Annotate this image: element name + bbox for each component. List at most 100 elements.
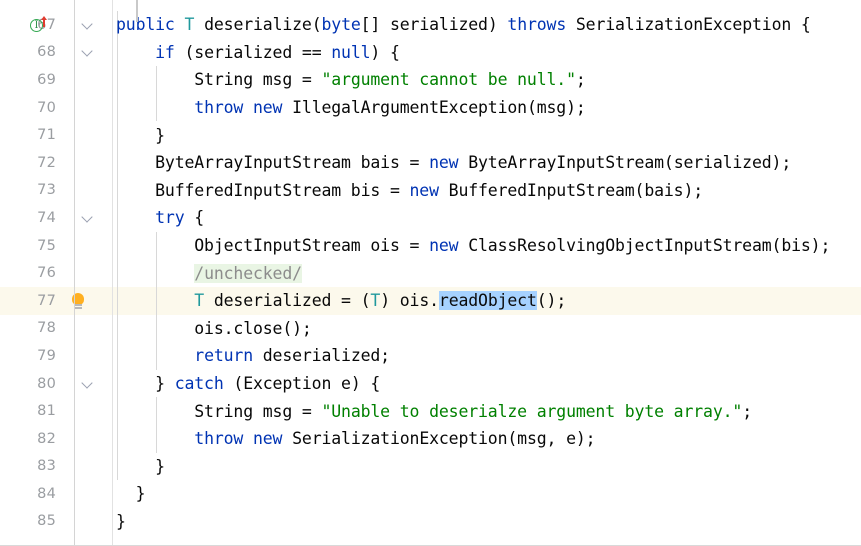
code-content-80[interactable]: } catch (Exception e) { [112, 369, 861, 398]
code-content-70[interactable]: throw new IllegalArgumentException(msg); [112, 93, 861, 122]
code-content-67[interactable]: public T deserialize(byte[] serialized) … [112, 11, 861, 39]
code-line-67[interactable]: 67 I public T deserialize(byte[] seriali… [0, 11, 861, 39]
code-line-77[interactable]: 77 T deserialized = (T) ois.readObject()… [0, 286, 861, 315]
line-number-73: 73 [37, 182, 56, 199]
code-line-68[interactable]: 68 if (serialized == null) { [0, 38, 861, 67]
line-number-82: 82 [37, 430, 56, 447]
gutter-marker-70 [58, 94, 74, 122]
arrow-up-icon [40, 15, 48, 27]
code-line-85[interactable]: 85 } [0, 508, 861, 536]
code-line-72[interactable]: 72 ByteArrayInputStream bais = new ByteA… [0, 148, 861, 177]
fold-region-83 [74, 453, 112, 481]
gutter-marker-72 [58, 149, 74, 177]
gutter-marker-83 [58, 453, 74, 481]
code-content-82[interactable]: throw new SerializationException(msg, e)… [112, 424, 861, 453]
fold-region-70 [74, 94, 112, 122]
line-number-72: 72 [37, 154, 56, 171]
gutter-marker-71 [58, 121, 74, 149]
gutter-marker-81 [58, 397, 74, 425]
code-content-69[interactable]: String msg = "argument cannot be null."; [112, 66, 861, 94]
chevron-down-icon[interactable] [83, 379, 92, 388]
code-line-82[interactable]: 82 throw new SerializationException(msg,… [0, 424, 861, 453]
code-line-73[interactable]: 73 BufferedInputStream bis = new Buffere… [0, 176, 861, 205]
code-line-84[interactable]: 84 } [0, 480, 861, 508]
code-content-84[interactable]: } [112, 480, 861, 508]
fold-region-81 [74, 397, 112, 425]
line-number-74: 74 [37, 209, 56, 226]
line-number-77: 77 [37, 292, 56, 309]
line-number-83: 83 [37, 458, 56, 475]
gutter-marker-85 [58, 508, 74, 536]
fold-region-76 [74, 259, 112, 287]
code-content-72[interactable]: ByteArrayInputStream bais = new ByteArra… [112, 148, 861, 177]
fold-region-84 [74, 480, 112, 508]
code-content-68[interactable]: if (serialized == null) { [112, 38, 861, 67]
code-line-69[interactable]: 69 String msg = "argument cannot be null… [0, 66, 861, 94]
javadoc-left-bar [136, 0, 138, 22]
line-number-68: 68 [37, 44, 56, 61]
code-content-85[interactable]: } [112, 508, 861, 536]
fold-region-80[interactable] [74, 370, 112, 398]
gutter-marker-80 [58, 370, 74, 398]
selected-text[interactable]: readObject [438, 291, 537, 311]
code-content-73[interactable]: BufferedInputStream bis = new BufferedIn… [112, 176, 861, 205]
code-line-81[interactable]: 81 String msg = "Unable to deserialze ar… [0, 397, 861, 425]
code-line-80[interactable]: 80 } catch (Exception e) { [0, 369, 861, 398]
code-line-70[interactable]: 70 throw new IllegalArgumentException(ms… [0, 93, 861, 122]
line-number-81: 81 [37, 403, 56, 420]
gutter-marker-78 [58, 315, 74, 343]
fold-region-72 [74, 149, 112, 177]
line-number-76: 76 [37, 265, 56, 282]
fold-region-74[interactable] [74, 204, 112, 232]
line-number-78: 78 [37, 320, 56, 337]
fold-region-77 [74, 287, 112, 315]
line-number-75: 75 [37, 237, 56, 254]
code-line-78[interactable]: 78 ois.close(); [0, 314, 861, 343]
code-content-83[interactable]: } [112, 452, 861, 481]
code-content-76[interactable]: /unchecked/ [112, 259, 861, 287]
fold-region-68[interactable] [74, 39, 112, 67]
code-line-79[interactable]: 79 return deserialized; [0, 342, 861, 370]
gutter-marker-68 [58, 39, 74, 67]
line-number-70: 70 [37, 99, 56, 116]
code-content-78[interactable]: ois.close(); [112, 314, 861, 343]
gutter-marker-84 [58, 480, 74, 508]
code-content-74[interactable]: try { [112, 204, 861, 232]
gutter-marker-73 [58, 177, 74, 205]
gutter-marker [58, 0, 74, 11]
line-number-80: 80 [37, 375, 56, 392]
code-line-83[interactable]: 83 } [0, 452, 861, 481]
implementation-marker-icon[interactable]: I [30, 15, 50, 34]
gutter-marker-67[interactable]: I [30, 11, 74, 39]
code-content-75[interactable]: ObjectInputStream ois = new ClassResolvi… [112, 231, 861, 260]
gutter-marker-69 [58, 66, 74, 94]
chevron-down-icon[interactable] [83, 47, 92, 56]
code-content-79[interactable]: return deserialized; [112, 342, 861, 370]
line-number-85: 85 [37, 513, 56, 530]
code-line-74[interactable]: 74 try { [0, 204, 861, 232]
line-number-79: 79 [37, 347, 56, 364]
line-number-71: 71 [37, 127, 56, 144]
gutter-marker-74 [58, 204, 74, 232]
chevron-down-icon[interactable] [83, 213, 92, 222]
fold-region-79 [74, 342, 112, 370]
code-content-81[interactable]: String msg = "Unable to deserialze argum… [112, 397, 861, 425]
fold-region [74, 0, 112, 11]
chevron-down-icon[interactable] [83, 20, 92, 29]
fold-region-67[interactable] [74, 11, 112, 39]
gutter-marker-77[interactable] [58, 287, 84, 315]
fold-region-73 [74, 177, 112, 205]
code-line-75[interactable]: 75 ObjectInputStream ois = new ClassReso… [0, 231, 861, 260]
code-line-76[interactable]: 76 /unchecked/ [0, 259, 861, 287]
code-editor[interactable]: @throws SerializationException if anythi… [0, 0, 861, 546]
code-line-71[interactable]: 71 } [0, 121, 861, 149]
line-number-69: 69 [37, 71, 56, 88]
javadoc-partial-row: @throws SerializationException if anythi… [0, 0, 861, 11]
code-content-77[interactable]: T deserialized = (T) ois.readObject(); [112, 286, 861, 315]
gutter-marker-75 [58, 232, 74, 260]
gutter-marker-82 [58, 425, 74, 453]
fold-region-82 [74, 425, 112, 453]
code-content-71[interactable]: } [112, 121, 861, 149]
comment-token: /unchecked/ [194, 263, 302, 283]
fold-region-71 [74, 121, 112, 149]
